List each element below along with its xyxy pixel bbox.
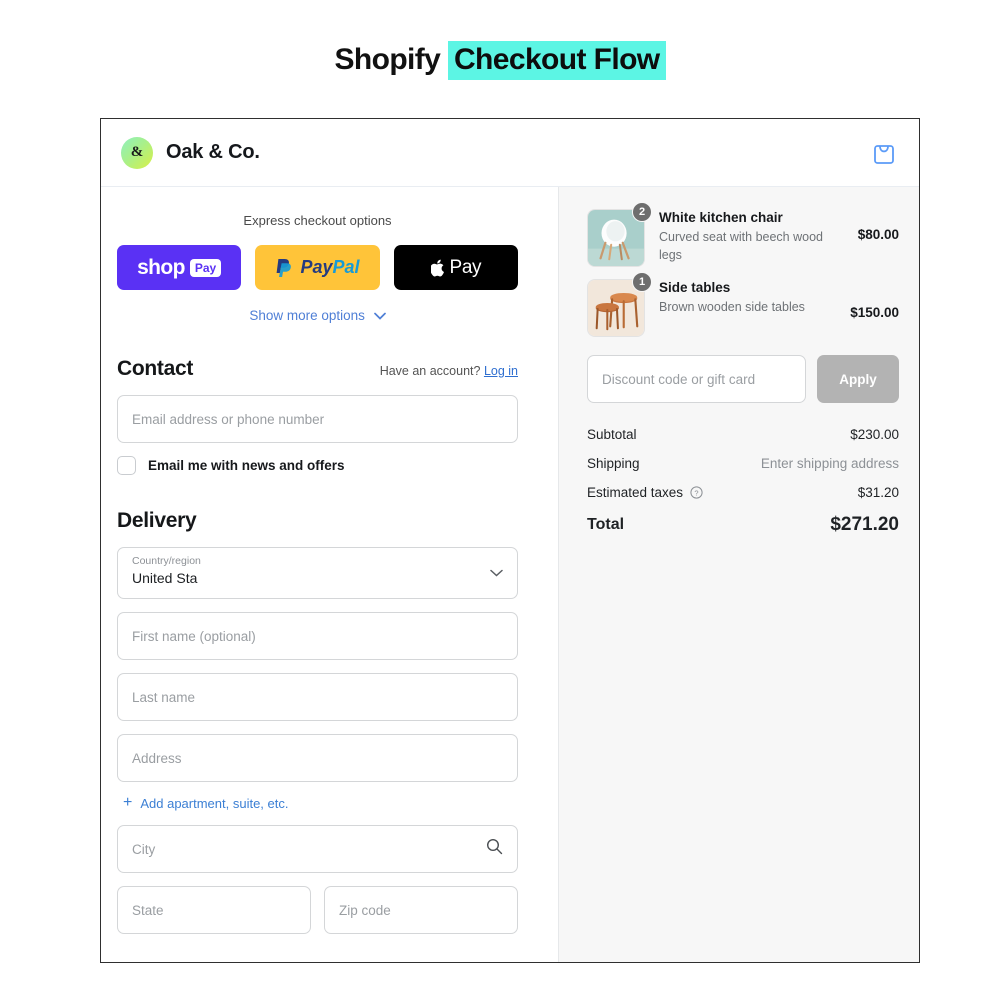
store-name: Oak & Co.: [166, 141, 260, 163]
account-prompt-text: Have an account?: [379, 364, 481, 378]
quantity-badge: 1: [632, 272, 652, 292]
shop-pay-chip: Pay: [189, 258, 222, 277]
shop-pay-button[interactable]: shop Pay: [117, 245, 242, 290]
apply-discount-button[interactable]: Apply: [817, 355, 899, 403]
first-name-placeholder: First name (optional): [132, 628, 256, 644]
apple-logo-icon: [430, 259, 446, 277]
delivery-heading: Delivery: [117, 509, 197, 532]
paypal-logo-icon: [275, 257, 294, 279]
product-thumbnail-container: 1: [587, 272, 652, 337]
chevron-down-icon: [490, 564, 503, 582]
taxes-value: $31.20: [857, 485, 899, 500]
last-name-placeholder: Last name: [132, 689, 196, 705]
express-checkout-label: Express checkout options: [243, 213, 392, 228]
first-name-field[interactable]: First name (optional): [117, 612, 518, 660]
store-logo-glyph: &: [130, 144, 144, 160]
address-field[interactable]: Address: [117, 734, 518, 782]
line-item-title: White kitchen chair: [659, 210, 783, 225]
country-label: Country/region: [132, 555, 201, 567]
country-select[interactable]: Country/region United Sta: [117, 547, 518, 599]
total-label: Total: [587, 516, 625, 533]
contact-section-header: Contact Have an account? Log in: [117, 357, 518, 381]
apple-pay-label: Pay: [449, 256, 482, 278]
discount-placeholder: Discount code or gift card: [602, 371, 756, 387]
product-thumbnail-container: 2: [587, 202, 652, 267]
taxes-label-group: Estimated taxes ?: [587, 485, 703, 500]
shipping-row: Shipping Enter shipping address: [587, 456, 899, 471]
email-field[interactable]: Email address or phone number: [117, 395, 518, 443]
add-apartment-label: Add apartment, suite, etc.: [140, 795, 289, 811]
discount-row: Discount code or gift card Apply: [587, 355, 899, 403]
apple-pay-button[interactable]: Pay: [393, 245, 518, 290]
discount-code-input[interactable]: Discount code or gift card: [587, 355, 806, 403]
add-apartment-link[interactable]: + Add apartment, suite, etc.: [123, 795, 518, 811]
paypal-button[interactable]: Pay Pal: [255, 245, 380, 290]
store-logo-icon: &: [121, 136, 153, 169]
show-more-options-link[interactable]: Show more options: [117, 308, 518, 323]
state-placeholder: State: [132, 902, 164, 918]
line-item-price: $150.00: [850, 305, 899, 320]
country-value: United Sta: [132, 570, 198, 586]
login-link[interactable]: Log in: [484, 364, 518, 378]
line-item-price: $80.00: [857, 227, 899, 242]
email-field-placeholder: Email address or phone number: [132, 411, 325, 427]
line-item-description: Curved seat with beech wood legs: [659, 230, 823, 263]
shop-pay-word: shop: [137, 255, 185, 279]
checkout-card: & Oak & Co. Express checkout options sho…: [100, 118, 920, 963]
line-item-info: White kitchen chair Curved seat with bee…: [645, 209, 850, 264]
plus-icon: +: [123, 794, 133, 811]
checkout-body: Express checkout options shop Pay Pay Pal: [101, 187, 919, 962]
contact-heading: Contact: [117, 357, 194, 380]
subtotal-label: Subtotal: [587, 427, 637, 442]
address-placeholder: Address: [132, 750, 182, 766]
city-placeholder: City: [132, 841, 156, 857]
subtotal-row: Subtotal $230.00: [587, 427, 899, 442]
newsletter-checkbox[interactable]: [117, 456, 136, 475]
quantity-badge: 2: [632, 202, 652, 222]
paypal-word-pal: Pal: [332, 257, 360, 277]
search-icon[interactable]: [486, 838, 503, 860]
checkout-form-panel: Express checkout options shop Pay Pay Pal: [101, 187, 559, 962]
newsletter-checkbox-row[interactable]: Email me with news and offers: [117, 456, 518, 475]
total-value: $271.20: [830, 514, 899, 535]
last-name-field[interactable]: Last name: [117, 673, 518, 721]
page-title-plain: Shopify: [334, 43, 448, 76]
shipping-value: Enter shipping address: [760, 456, 899, 471]
total-row: Total $271.20: [587, 514, 899, 536]
taxes-label: Estimated taxes: [587, 485, 684, 500]
show-more-options-label: Show more options: [249, 308, 365, 323]
page-title-container: Shopify Checkout Flow: [0, 40, 1000, 81]
subtotal-value: $230.00: [850, 427, 899, 442]
order-summary-panel: 2 White kitchen chair Curved seat with b…: [559, 187, 919, 962]
svg-text:?: ?: [694, 488, 698, 497]
newsletter-label: Email me with news and offers: [148, 458, 345, 473]
page-title-highlight: Checkout Flow: [447, 41, 666, 80]
state-zip-row: State Zip code: [117, 886, 518, 934]
city-field[interactable]: City: [117, 825, 518, 873]
line-item-description: Brown wooden side tables: [659, 300, 805, 314]
order-line-item: 1 Side tables Brown wooden side tables $…: [587, 272, 899, 337]
delivery-section-header: Delivery: [117, 509, 518, 533]
store-header: & Oak & Co.: [101, 119, 919, 187]
line-item-title: Side tables: [659, 280, 731, 295]
express-checkout-buttons: shop Pay Pay Pal Pay: [117, 245, 518, 290]
shopping-bag-icon[interactable]: [873, 141, 895, 165]
zip-field[interactable]: Zip code: [324, 886, 518, 934]
zip-placeholder: Zip code: [339, 902, 391, 918]
account-prompt: Have an account? Log in: [380, 364, 518, 378]
page-root: Shopify Checkout Flow & Oak & Co. Expres…: [0, 0, 1000, 1002]
chevron-down-icon: [373, 308, 386, 323]
order-line-item: 2 White kitchen chair Curved seat with b…: [587, 202, 899, 267]
page-title: Shopify Checkout Flow: [334, 40, 666, 81]
paypal-word-pay: Pay: [300, 257, 333, 277]
shipping-label: Shipping: [587, 456, 640, 471]
taxes-row: Estimated taxes ? $31.20: [587, 485, 899, 500]
state-field[interactable]: State: [117, 886, 311, 934]
question-circle-icon[interactable]: ?: [690, 486, 703, 499]
line-item-info: Side tables Brown wooden side tables: [645, 279, 842, 316]
